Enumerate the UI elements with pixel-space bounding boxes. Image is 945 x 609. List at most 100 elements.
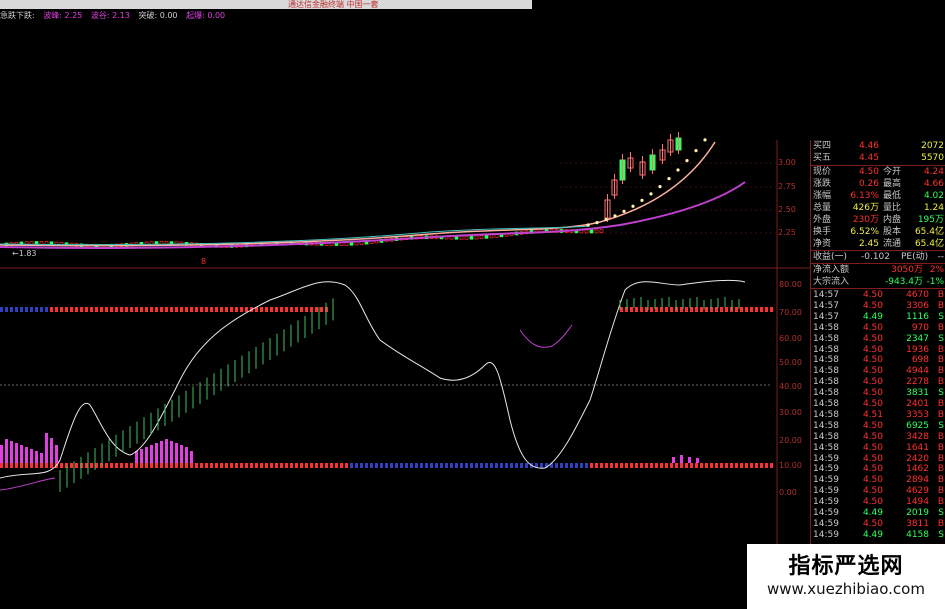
osc-top-strip-bar [105, 307, 108, 312]
price-axis-tick: 3.00 [778, 158, 796, 167]
osc-top-strip-bar [55, 307, 58, 312]
osc-top-strip-bar [760, 307, 763, 312]
osc-strip-bar [590, 463, 593, 468]
osc-strip-bar [480, 463, 483, 468]
osc-hist-bar [50, 438, 53, 463]
osc-strip-bar [185, 463, 188, 468]
osc-strip-bar [640, 463, 643, 468]
osc-strip-bar [220, 463, 223, 468]
osc-hist-bar [5, 439, 8, 463]
osc-strip-bar [415, 463, 418, 468]
stat-row-cell: 换手 [813, 227, 832, 237]
osc-strip-bar [375, 463, 378, 468]
osc-strip-bar [575, 463, 578, 468]
osc-axis-tick: 40.00 [779, 382, 802, 391]
osc-strip-bar [240, 463, 243, 468]
osc-hist-bar [688, 457, 691, 463]
osc-strip-bar [130, 463, 133, 468]
low-price-marker: ←1.83 [12, 249, 37, 258]
osc-hist-bar [10, 441, 13, 463]
osc-strip-bar [155, 463, 158, 468]
osc-strip-bar [735, 463, 738, 468]
osc-strip-bar [765, 463, 768, 468]
osc-hist-bar [672, 457, 675, 463]
osc-strip-bar [195, 463, 198, 468]
candle [489, 234, 494, 239]
osc-top-strip-bar [300, 307, 303, 312]
osc-top-strip-bar [60, 307, 63, 312]
osc-top-strip-bar [245, 307, 248, 312]
osc-top-strip-bar [235, 307, 238, 312]
osc-hist-bar [696, 458, 699, 463]
osc-strip-bar [690, 463, 693, 468]
osc-top-bar-strip [0, 307, 773, 312]
osc-top-strip-bar [120, 307, 123, 312]
stock-chart[interactable] [0, 0, 810, 609]
tick-row-cell: 4.49 [862, 529, 883, 540]
osc-hist-bar [40, 453, 43, 463]
stat-row-cell: 65.4亿 [914, 227, 944, 237]
osc-top-strip-bar [90, 307, 93, 312]
stat-row-cell: 4.24 [923, 167, 944, 177]
osc-top-strip-bar [20, 307, 23, 312]
osc-strip-bar [440, 463, 443, 468]
osc-strip-bar [655, 463, 658, 468]
osc-strip-bar [90, 463, 93, 468]
osc-top-strip-bar [200, 307, 203, 312]
osc-hist-bar [175, 443, 178, 463]
osc-strip-bar [115, 463, 118, 468]
osc-hist-bar [150, 445, 153, 463]
osc-top-strip-bar [115, 307, 118, 312]
stat-row-cell: 今开 [883, 167, 902, 177]
stat-row: 涨跌 0.26 最高 4.66 [811, 178, 945, 190]
osc-top-strip-bar [650, 307, 653, 312]
osc-strip-bar [210, 463, 213, 468]
osc-strip-bar [175, 463, 178, 468]
osc-axis-tick: 60.00 [779, 334, 802, 343]
osc-strip-bar [110, 463, 113, 468]
osc-strip-bar [560, 463, 563, 468]
osc-strip-bar [215, 463, 218, 468]
osc-strip-bar [205, 463, 208, 468]
stat-row: 净资 2.45 流通 65.4亿 [811, 238, 945, 250]
osc-top-strip-bar [130, 307, 133, 312]
osc-top-strip-bar [735, 307, 738, 312]
osc-top-strip-bar [25, 307, 28, 312]
stat-row-cell: 4.02 [923, 191, 944, 201]
earnings-row-cell: 收益(一) [813, 252, 848, 262]
osc-top-strip-bar [265, 307, 268, 312]
osc-strip-bar [325, 463, 328, 468]
osc-strip-bar [150, 463, 153, 468]
osc-top-strip-bar [150, 307, 153, 312]
osc-top-strip-bar [135, 307, 138, 312]
osc-strip-bar [730, 463, 733, 468]
osc-top-strip-bar [305, 307, 308, 312]
osc-top-strip-bar [125, 307, 128, 312]
osc-top-strip-bar [40, 307, 43, 312]
osc-strip-bar [35, 463, 38, 468]
osc-strip-bar [675, 463, 678, 468]
osc-hist-bar [190, 451, 193, 463]
osc-strip-bar [20, 463, 23, 468]
osc-top-strip-bar [630, 307, 633, 312]
osc-strip-bar [320, 463, 323, 468]
osc-strip-bar [745, 463, 748, 468]
osc-strip-bar [715, 463, 718, 468]
osc-strip-bar [425, 463, 428, 468]
osc-strip-bar [710, 463, 713, 468]
osc-axis-tick: 70.00 [779, 308, 802, 317]
osc-top-strip-bar [35, 307, 38, 312]
osc-strip-bar [400, 463, 403, 468]
osc-top-strip-bar [95, 307, 98, 312]
bid-row-cell: 买四 [813, 141, 832, 151]
osc-top-strip-bar [240, 307, 243, 312]
stat-row-cell: 股本 [883, 227, 902, 237]
osc-strip-bar [600, 463, 603, 468]
stat-row-cell: 230万 [852, 215, 879, 225]
osc-strip-bar [390, 463, 393, 468]
osc-top-strip-bar [50, 307, 53, 312]
flow-row: 大宗流入 -943.4万 -1% [811, 276, 945, 288]
osc-strip-bar [630, 463, 633, 468]
osc-strip-bar [505, 463, 508, 468]
watermark: 指标严选网 www.xuezhibiao.com [747, 544, 945, 609]
